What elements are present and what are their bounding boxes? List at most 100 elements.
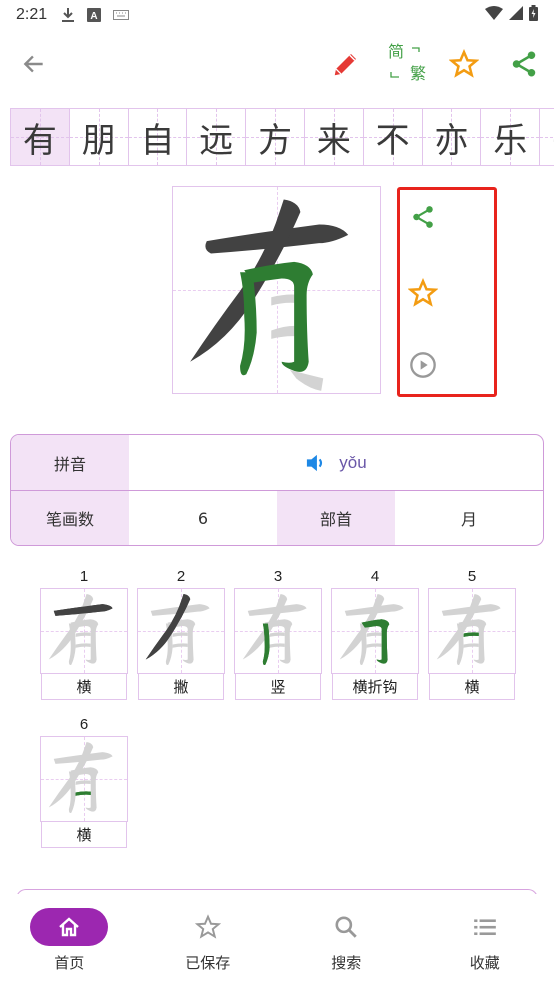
stroke-path [172, 643, 188, 648]
char-strip-item[interactable]: 乐 [480, 109, 540, 165]
char-strip-character: 不 [375, 120, 410, 161]
char-strip-character: 远 [199, 120, 234, 161]
stroke-path [269, 632, 285, 637]
stroke-name: 横 [41, 822, 127, 848]
stroke-name: 横 [429, 674, 515, 700]
stroke-glyph [48, 594, 113, 666]
stroke-order-item[interactable]: 4 横折钩 [331, 566, 419, 700]
pinyin-value[interactable]: yǒu [129, 435, 543, 490]
status-time: 2:21 [16, 6, 48, 23]
nav-saved[interactable]: 已保存 [139, 894, 278, 984]
keyboard-icon [113, 10, 130, 20]
stroke-order-item[interactable]: 5横 [428, 566, 516, 700]
stroke-preview [137, 588, 225, 674]
play-animation-button[interactable] [408, 350, 438, 380]
share-button[interactable] [508, 48, 540, 80]
char-strip-item[interactable]: 亦 [421, 109, 481, 165]
stroke-path [366, 632, 382, 637]
side-share-button[interactable] [408, 202, 438, 232]
stroke-preview [428, 588, 516, 674]
stroke-glyph [48, 742, 113, 814]
font-a-icon: A [87, 8, 102, 22]
stroke-path [75, 780, 91, 785]
simplified-traditional-toggle[interactable]: 简 繁 [388, 44, 426, 82]
current-stroke [240, 261, 313, 376]
stroke-order-item[interactable]: 3竖 [234, 566, 322, 700]
stroke-name: 竖 [235, 674, 321, 700]
char-strip-character: 乐 [493, 120, 528, 161]
nav-search[interactable]: 搜索 [277, 894, 416, 984]
nav-home[interactable]: 首页 [0, 894, 139, 984]
nav-home-label: 首页 [54, 954, 85, 972]
character-strip: 有朋自远方来不亦乐乎 [10, 108, 554, 166]
char-strip-item[interactable]: 自 [127, 109, 187, 165]
star-outline-icon [449, 49, 479, 78]
stroke-path [463, 643, 479, 648]
char-strip-item[interactable]: 来 [303, 109, 363, 165]
char-strip-character: 方 [258, 120, 293, 161]
signal-icon [509, 6, 523, 24]
speaker-icon [307, 454, 323, 471]
stroke-glyph [145, 594, 210, 666]
stroke-name: 横 [41, 674, 127, 700]
svg-text:A: A [91, 11, 98, 22]
favorite-button[interactable] [448, 48, 480, 80]
stroke-name: 撇 [138, 674, 224, 700]
star-outline-icon [194, 914, 221, 939]
stroke-animation-canvas[interactable] [172, 186, 381, 394]
star-outline-icon [408, 278, 438, 307]
stroke-path [269, 643, 285, 648]
char-strip-item[interactable]: 有 [10, 109, 69, 165]
nav-search-label: 搜索 [331, 954, 362, 972]
radical-value[interactable]: 月 [395, 491, 543, 545]
stroke-path [172, 632, 188, 637]
char-strip-item[interactable]: 不 [362, 109, 422, 165]
char-strip-item[interactable]: 远 [186, 109, 246, 165]
edit-button[interactable] [330, 48, 362, 80]
arrow-left-icon [23, 55, 43, 73]
char-strip-item[interactable]: 乎 [539, 109, 554, 165]
stroke-highlight [75, 791, 91, 796]
back-button[interactable] [18, 48, 50, 80]
stroke-number: 3 [273, 568, 283, 585]
stroke-number: 6 [79, 716, 89, 733]
share-icon [512, 51, 536, 77]
stroke-number: 5 [467, 568, 477, 585]
stroke-path [75, 632, 91, 637]
side-actions-panel [397, 187, 497, 397]
char-strip-character: 自 [140, 120, 175, 161]
side-favorite-button[interactable] [408, 278, 438, 308]
pinyin-text: yǒu [339, 452, 367, 472]
stroke-order-item[interactable]: 2撇 [137, 566, 225, 700]
app-bar: 简 繁 [0, 36, 554, 92]
stroke-preview [40, 736, 128, 822]
stroke-glyph [242, 594, 307, 666]
char-strip-item[interactable]: 方 [245, 109, 304, 165]
stroke-preview [40, 588, 128, 674]
stroke-preview [331, 588, 419, 674]
stroke-path [366, 643, 382, 648]
stroke-number: 1 [79, 568, 89, 585]
char-strip-item[interactable]: 朋 [68, 109, 128, 165]
nav-collection[interactable]: 收藏 [416, 894, 554, 984]
stroke-glyph [436, 594, 501, 666]
char-strip-character: 朋 [81, 120, 116, 161]
share-icon [413, 206, 433, 228]
stroke-glyph [339, 594, 404, 666]
nav-saved-label: 已保存 [185, 954, 231, 972]
stroke-order-item[interactable]: 6横 [40, 714, 128, 848]
main-character-drawing [190, 199, 349, 391]
stroke-name: 横折钩 [332, 674, 418, 700]
bottom-navigation: 首页 已保存 搜索 收藏 [0, 894, 554, 984]
nav-collection-label: 收藏 [469, 954, 500, 972]
stroke-order-item[interactable]: 1横 [40, 566, 128, 700]
completed-strokes [190, 199, 349, 362]
home-icon [59, 917, 80, 937]
download-icon [61, 7, 75, 23]
strokes-value: 6 [197, 508, 209, 528]
char-strip-character: 来 [316, 120, 351, 161]
stroke-preview [234, 588, 322, 674]
pencil-icon [334, 54, 356, 76]
search-icon [335, 916, 357, 938]
stroke-highlight [463, 632, 479, 637]
